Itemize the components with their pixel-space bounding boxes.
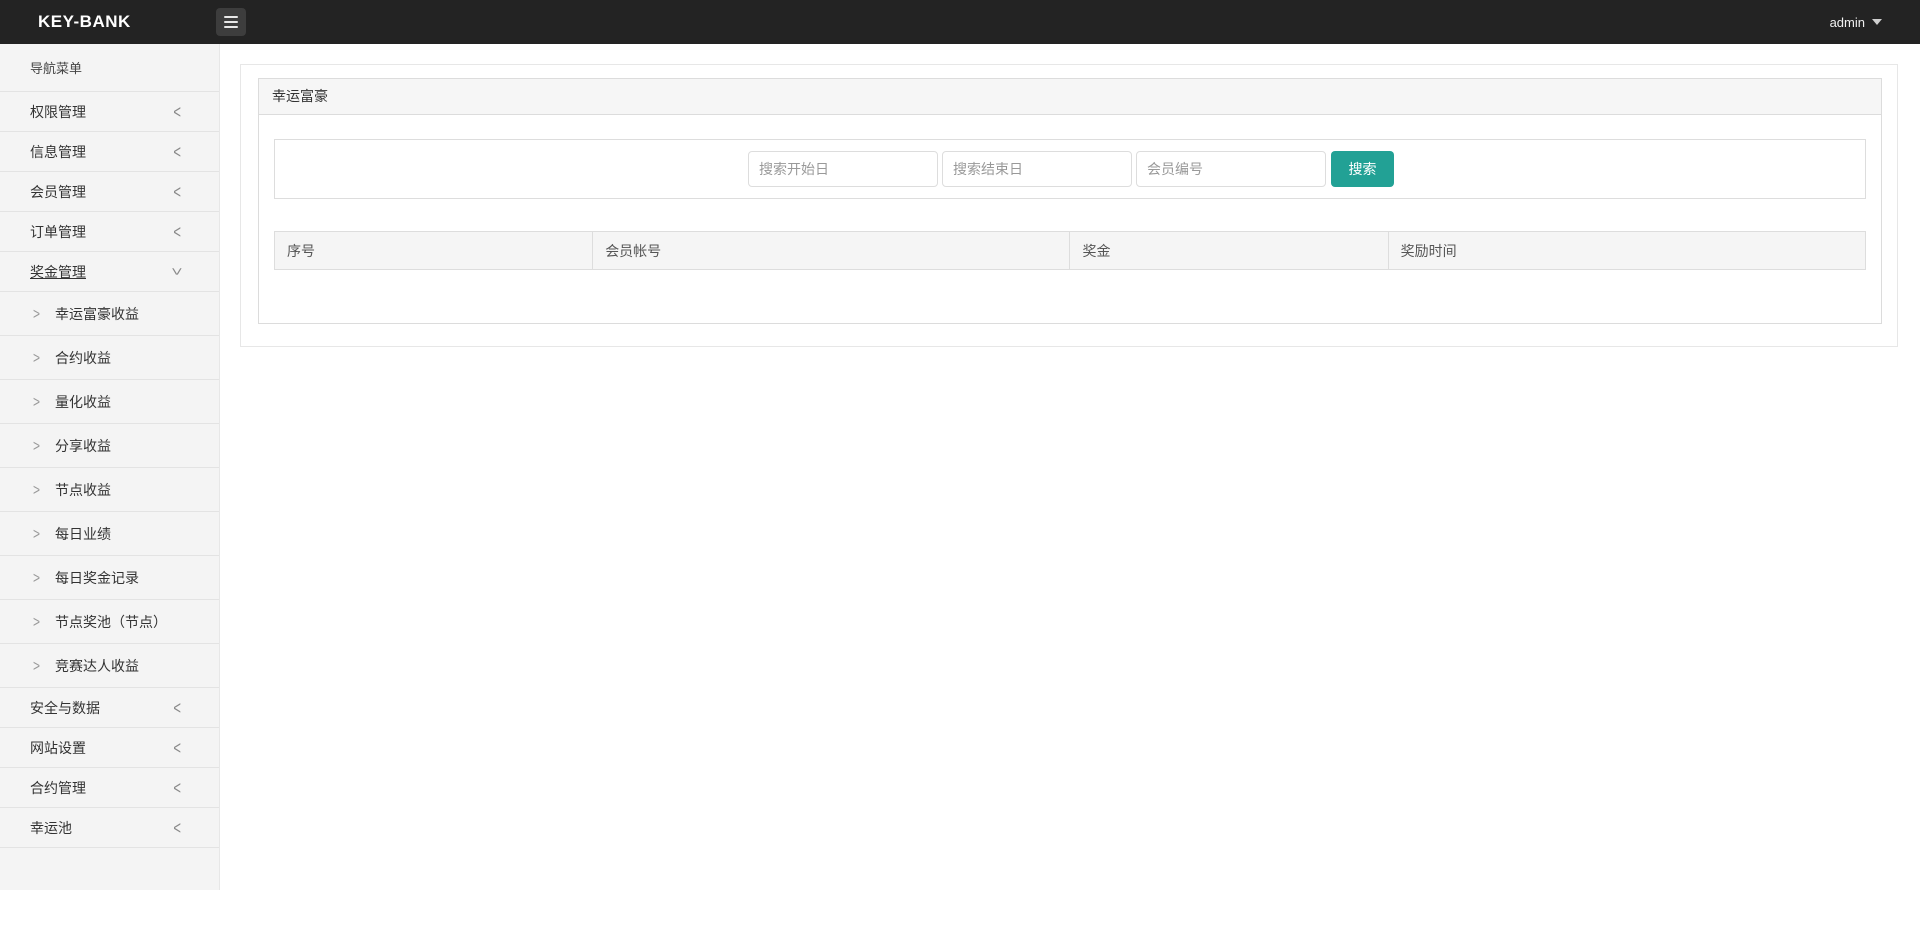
- sidebar-nav-header: 导航菜单: [0, 44, 219, 92]
- table-header-row: 序号 会员帐号 奖金 奖励时间: [273, 231, 1867, 270]
- sidebar-item-contract-management[interactable]: 合约管理 <: [0, 768, 219, 808]
- sidebar-subitem-quant-income[interactable]: > 量化收益: [0, 380, 219, 424]
- sidebar-item-label: 信息管理: [30, 143, 86, 160]
- sidebar-item-permissions[interactable]: 权限管理 <: [0, 92, 219, 132]
- sidebar-item-information[interactable]: 信息管理 <: [0, 132, 219, 172]
- sidebar-item-label: 会员管理: [30, 183, 86, 200]
- panel-body: 搜索 序号 会员帐号 奖金 奖励时间: [259, 115, 1881, 270]
- column-header-index: 序号: [273, 231, 594, 270]
- chevron-right-icon: >: [33, 612, 41, 631]
- sidebar-item-label: 合约管理: [30, 779, 86, 796]
- member-id-input[interactable]: [1136, 151, 1326, 187]
- sidebar-subitem-label: 幸运富豪收益: [55, 305, 140, 322]
- sidebar-item-label: 安全与数据: [30, 699, 100, 716]
- chevron-left-icon: <: [173, 817, 181, 838]
- sidebar-subitem-label: 竞赛达人收益: [55, 657, 140, 674]
- panel-title: 幸运富豪: [259, 79, 1881, 115]
- chevron-right-icon: >: [33, 304, 41, 323]
- sidebar-item-label: 网站设置: [30, 739, 86, 756]
- column-header-bonus: 奖金: [1069, 231, 1389, 270]
- lucky-rich-panel: 幸运富豪 搜索 序号: [258, 78, 1882, 324]
- chevron-right-icon: >: [33, 392, 41, 411]
- sidebar-subitem-node-pool[interactable]: > 节点奖池（节点）: [0, 600, 219, 644]
- search-button[interactable]: 搜索: [1331, 151, 1394, 187]
- sidebar-item-label: 订单管理: [30, 223, 86, 240]
- sidebar-item-members[interactable]: 会员管理 <: [0, 172, 219, 212]
- main-content: 幸运富豪 搜索 序号: [220, 44, 1920, 347]
- sidebar-subitem-node-income[interactable]: > 节点收益: [0, 468, 219, 512]
- chevron-left-icon: <: [173, 697, 181, 718]
- sidebar-item-bonus[interactable]: 奖金管理 <: [0, 252, 219, 292]
- brand-logo: KEY-BANK: [38, 12, 131, 31]
- chevron-right-icon: >: [33, 436, 41, 455]
- username-label: admin: [1829, 14, 1865, 30]
- sidebar-item-security-data[interactable]: 安全与数据 <: [0, 688, 219, 728]
- sidebar-subitem-label: 每日奖金记录: [55, 569, 140, 586]
- sidebar-item-label: 权限管理: [30, 103, 86, 120]
- sidebar-subitem-daily-bonus-record[interactable]: > 每日奖金记录: [0, 556, 219, 600]
- user-dropdown[interactable]: admin: [1830, 0, 1882, 44]
- chevron-right-icon: >: [33, 656, 41, 675]
- sidebar-subitem-share-income[interactable]: > 分享收益: [0, 424, 219, 468]
- search-toolbar: 搜索: [274, 139, 1866, 199]
- chevron-right-icon: >: [33, 568, 41, 587]
- sidebar-item-site-settings[interactable]: 网站设置 <: [0, 728, 219, 768]
- chevron-left-icon: <: [173, 221, 181, 242]
- search-end-date-input[interactable]: [942, 151, 1132, 187]
- sidebar-item-label: 奖金管理: [30, 263, 86, 280]
- sidebar-subitem-contest-master-income[interactable]: > 竞赛达人收益: [0, 644, 219, 688]
- sidebar-subitem-label: 节点收益: [55, 481, 112, 498]
- sidebar-subitem-lucky-rich-income[interactable]: > 幸运富豪收益: [0, 292, 219, 336]
- sidebar-item-orders[interactable]: 订单管理 <: [0, 212, 219, 252]
- chevron-left-icon: <: [173, 737, 181, 758]
- chevron-left-icon: <: [173, 777, 181, 798]
- sidebar-subitem-label: 量化收益: [55, 393, 112, 410]
- chevron-right-icon: >: [33, 524, 41, 543]
- sidebar-item-label: 幸运池: [30, 819, 72, 836]
- chevron-right-icon: >: [33, 480, 41, 499]
- sidebar-subitem-daily-performance[interactable]: > 每日业绩: [0, 512, 219, 556]
- sidebar-subitem-label: 合约收益: [55, 349, 112, 366]
- chevron-down-icon: <: [166, 267, 188, 276]
- content-card: 幸运富豪 搜索 序号: [240, 64, 1898, 347]
- chevron-left-icon: <: [173, 101, 181, 122]
- results-table: 序号 会员帐号 奖金 奖励时间: [273, 231, 1867, 270]
- column-header-reward-time: 奖励时间: [1387, 231, 1867, 270]
- sidebar: 导航菜单 权限管理 < 信息管理 < 会员管理 < 订单管理 < 奖金管理 < …: [0, 44, 220, 890]
- sidebar-subitem-label: 分享收益: [55, 437, 112, 454]
- sidebar-subitem-contract-income[interactable]: > 合约收益: [0, 336, 219, 380]
- sidebar-subitem-label: 每日业绩: [55, 525, 112, 542]
- sidebar-subitem-label: 节点奖池（节点）: [55, 613, 168, 630]
- column-header-member-account: 会员帐号: [592, 231, 1071, 270]
- sidebar-item-lucky-pool[interactable]: 幸运池 <: [0, 808, 219, 848]
- topbar: KEY-BANK admin: [0, 0, 1920, 44]
- chevron-left-icon: <: [173, 141, 181, 162]
- search-start-date-input[interactable]: [748, 151, 938, 187]
- chevron-right-icon: >: [33, 348, 41, 367]
- caret-down-icon: [1872, 19, 1882, 25]
- menu-toggle-button[interactable]: [216, 8, 246, 36]
- chevron-left-icon: <: [173, 181, 181, 202]
